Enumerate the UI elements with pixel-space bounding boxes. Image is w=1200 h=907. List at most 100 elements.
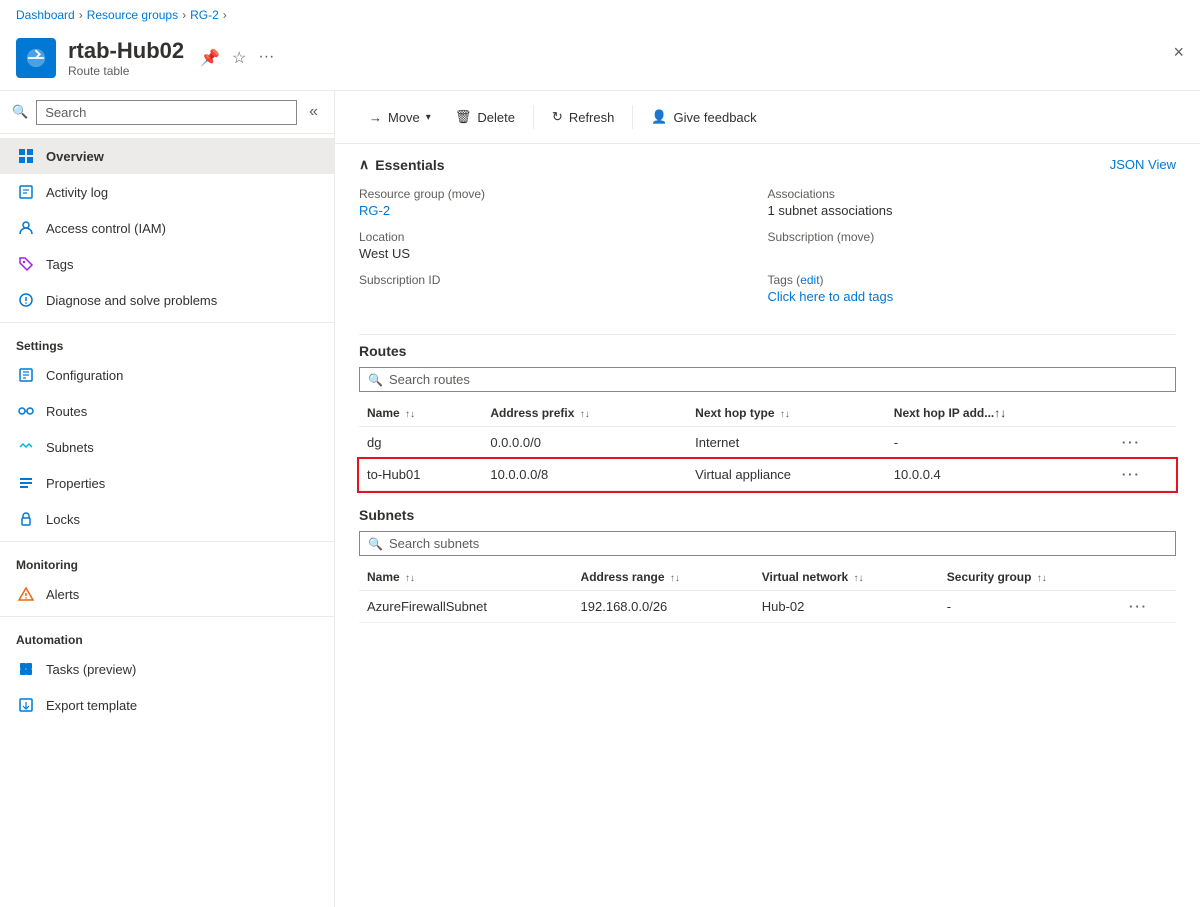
activity-icon (16, 182, 36, 202)
settings-section-header: Settings (0, 327, 334, 357)
sidebar-item-export[interactable]: Export template (0, 687, 334, 723)
page-header: rtab-Hub02 Route table 📌 ☆ ··· × (0, 30, 1200, 91)
main-layout: 🔍 « Overview Activity log Acce (0, 91, 1200, 907)
subnet-row-more[interactable]: ··· (1121, 591, 1176, 623)
json-view-link[interactable]: JSON View (1110, 157, 1176, 172)
sidebar-item-locks-label: Locks (46, 512, 80, 527)
tags-edit-link[interactable]: edit (800, 273, 819, 287)
delete-button[interactable]: 🗑 Delete (445, 103, 525, 131)
route-row-name: to-Hub01 (359, 459, 482, 491)
search-icon: 🔍 (12, 104, 28, 120)
subnets-col-name[interactable]: Name ↑↓ (359, 564, 573, 591)
tags-label: Tags (edit) (768, 273, 1177, 287)
delete-label: Delete (477, 110, 515, 125)
breadcrumb: Dashboard › Resource groups › RG-2 › (0, 0, 1200, 30)
close-button[interactable]: × (1173, 42, 1184, 63)
sidebar-item-subnets[interactable]: Subnets (0, 429, 334, 465)
pin-icon[interactable]: 📌 (200, 48, 220, 68)
routes-col-hop-type[interactable]: Next hop type ↑↓ (687, 400, 886, 427)
subnet-row-vnet: Hub-02 (754, 591, 939, 623)
routes-section: Routes 🔍 Name ↑↓ Address prefix ↑↓ Next … (335, 343, 1200, 507)
route-row-hop-ip: - (886, 427, 1114, 459)
sidebar-item-locks[interactable]: Locks (0, 501, 334, 537)
table-row: dg 0.0.0.0/0 Internet - ··· (359, 427, 1176, 459)
tasks-icon (16, 659, 36, 679)
sidebar-item-diagnose[interactable]: Diagnose and solve problems (0, 282, 334, 318)
more-icon[interactable]: ··· (258, 48, 274, 68)
sidebar-item-diagnose-label: Diagnose and solve problems (46, 293, 217, 308)
essentials-title: ∧ Essentials (359, 156, 445, 173)
subnets-search-input[interactable] (389, 536, 1167, 551)
monitoring-section-header: Monitoring (0, 546, 334, 576)
sidebar-item-subnets-label: Subnets (46, 440, 94, 455)
search-input[interactable] (36, 100, 297, 125)
subnet-row-security: - (939, 591, 1121, 623)
alerts-icon (16, 584, 36, 604)
iam-icon (16, 218, 36, 238)
resource-type: Route table (68, 64, 184, 78)
subnets-col-security[interactable]: Security group ↑↓ (939, 564, 1121, 591)
route-row-more[interactable]: ··· (1114, 459, 1176, 491)
sidebar-item-alerts[interactable]: Alerts (0, 576, 334, 612)
essentials-tags: Tags (edit) Click here to add tags (768, 267, 1177, 310)
subnets-table-header: Name ↑↓ Address range ↑↓ Virtual network… (359, 564, 1176, 591)
sidebar-item-properties[interactable]: Properties (0, 465, 334, 501)
refresh-icon: ↻ (552, 109, 563, 125)
sidebar-item-tasks[interactable]: Tasks (preview) (0, 651, 334, 687)
toolbar: → Move ▾ 🗑 Delete ↻ Refresh 👤 Give feedb… (335, 91, 1200, 144)
collapse-button[interactable]: « (305, 99, 322, 125)
favorite-icon[interactable]: ☆ (232, 48, 246, 68)
resource-group-value[interactable]: RG-2 (359, 203, 768, 218)
toolbar-separator-2 (632, 105, 633, 129)
properties-icon (16, 473, 36, 493)
resource-name: rtab-Hub02 (68, 38, 184, 64)
delete-icon: 🗑 (455, 109, 472, 125)
subnet-row-range: 192.168.0.0/26 (573, 591, 754, 623)
sidebar-item-tags[interactable]: Tags (0, 246, 334, 282)
route-row-hop-type: Virtual appliance (687, 459, 886, 491)
sidebar: 🔍 « Overview Activity log Acce (0, 91, 335, 907)
overview-icon (16, 146, 36, 166)
header-title-group: rtab-Hub02 Route table (68, 38, 184, 78)
route-row-more[interactable]: ··· (1114, 427, 1176, 459)
breadcrumb-dashboard[interactable]: Dashboard (16, 8, 75, 22)
feedback-label: Give feedback (674, 110, 757, 125)
route-row-prefix: 0.0.0.0/0 (482, 427, 687, 459)
sidebar-item-routes-label: Routes (46, 404, 87, 419)
sidebar-item-overview[interactable]: Overview (0, 138, 334, 174)
route-row-hop-ip: 10.0.0.4 (886, 459, 1114, 491)
routes-col-name[interactable]: Name ↑↓ (359, 400, 482, 427)
sidebar-item-iam[interactable]: Access control (IAM) (0, 210, 334, 246)
automation-section-header: Automation (0, 621, 334, 651)
breadcrumb-rg2[interactable]: RG-2 (190, 8, 219, 22)
refresh-button[interactable]: ↻ Refresh (542, 103, 624, 131)
routes-col-actions (1114, 400, 1176, 427)
subnets-col-vnet[interactable]: Virtual network ↑↓ (754, 564, 939, 591)
sidebar-item-configuration-label: Configuration (46, 368, 123, 383)
subnets-table: Name ↑↓ Address range ↑↓ Virtual network… (359, 564, 1176, 623)
subnets-section: Subnets 🔍 Name ↑↓ Address range ↑↓ Virtu… (335, 507, 1200, 639)
main-content: → Move ▾ 🗑 Delete ↻ Refresh 👤 Give feedb… (335, 91, 1200, 907)
breadcrumb-resource-groups[interactable]: Resource groups (87, 8, 178, 22)
feedback-icon: 👤 (651, 109, 667, 125)
routes-col-prefix[interactable]: Address prefix ↑↓ (482, 400, 687, 427)
feedback-button[interactable]: 👤 Give feedback (641, 103, 766, 131)
subscription-id-label: Subscription ID (359, 273, 768, 287)
routes-col-hop-ip[interactable]: Next hop IP add...↑↓ (886, 400, 1114, 427)
routes-search-input[interactable] (389, 372, 1167, 387)
tags-value[interactable]: Click here to add tags (768, 289, 1177, 304)
move-button[interactable]: → Move ▾ (359, 104, 441, 131)
sidebar-item-configuration[interactable]: Configuration (0, 357, 334, 393)
routes-icon (16, 401, 36, 421)
table-row: to-Hub01 10.0.0.0/8 Virtual appliance 10… (359, 459, 1176, 491)
sidebar-item-activity-log[interactable]: Activity log (0, 174, 334, 210)
sidebar-item-routes[interactable]: Routes (0, 393, 334, 429)
subnets-search-field: 🔍 (359, 531, 1176, 556)
subnets-col-range[interactable]: Address range ↑↓ (573, 564, 754, 591)
divider-3 (0, 616, 334, 617)
essentials-grid: Resource group (move) RG-2 Associations … (335, 181, 1200, 326)
collapse-essentials-icon[interactable]: ∧ (359, 156, 369, 173)
sidebar-item-activity-log-label: Activity log (46, 185, 108, 200)
essentials-title-text: Essentials (375, 157, 444, 173)
refresh-label: Refresh (569, 110, 615, 125)
